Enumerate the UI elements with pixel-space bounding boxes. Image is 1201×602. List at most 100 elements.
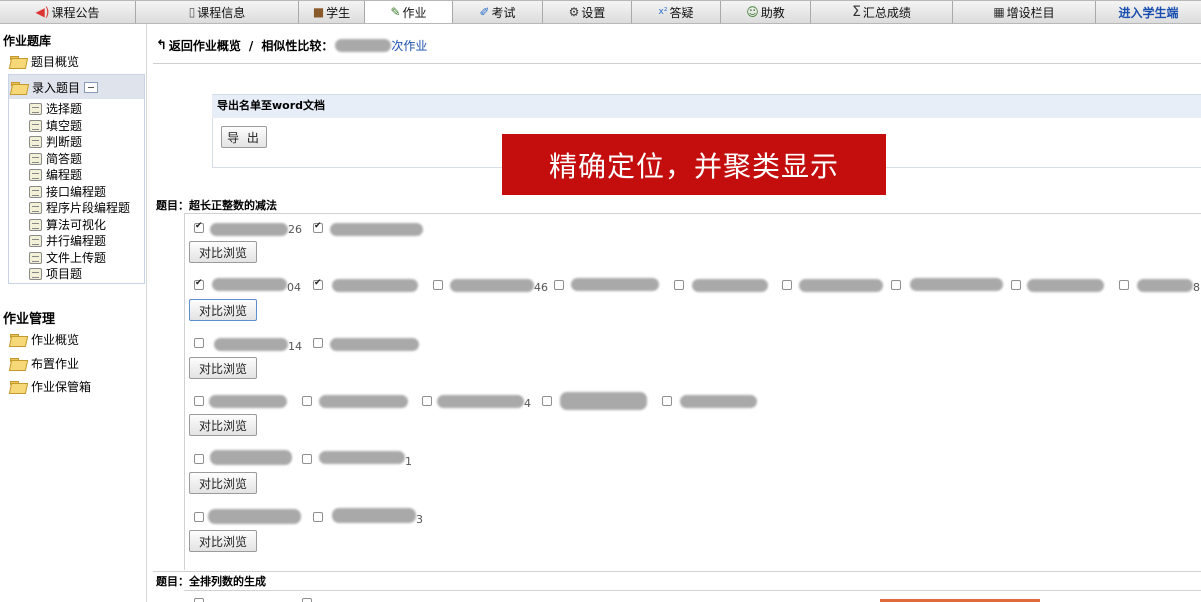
student-checkbox[interactable] — [302, 598, 312, 602]
redacted-student — [1137, 279, 1193, 292]
student-checkbox[interactable] — [194, 338, 204, 348]
document-icon — [29, 135, 42, 148]
student-checkbox[interactable] — [194, 221, 204, 233]
student-checkbox[interactable] — [194, 512, 204, 522]
bank-heading: 作业题库 — [3, 34, 52, 48]
tab-homework[interactable]: ✎ 作业 — [365, 1, 453, 23]
document-icon — [29, 152, 42, 165]
document-icon — [29, 218, 42, 231]
student-checkbox[interactable] — [313, 512, 323, 522]
export-heading: 导出名单至word文档 — [212, 94, 1201, 118]
sidebar-subitem[interactable]: 算法可视化 — [29, 216, 106, 233]
student-checkbox[interactable] — [542, 396, 552, 406]
breadcrumb-separator: / — [248, 38, 254, 53]
qa-icon: x² — [658, 6, 668, 17]
sidebar-subitem[interactable]: 文件上传题 — [29, 249, 106, 266]
divider — [184, 590, 1201, 591]
sidebar-item-assign-homework[interactable]: 布置作业 — [10, 355, 79, 372]
sidebar-item-homework-overview[interactable]: 作业概览 — [10, 331, 79, 348]
redacted-student — [330, 223, 423, 236]
compare-button[interactable]: 对比浏览 — [189, 241, 257, 263]
tab-exam[interactable]: ✐ 考试 — [453, 1, 543, 23]
tab-settings[interactable]: ⚙ 设置 — [543, 1, 632, 23]
homework-link[interactable]: 次作业 — [391, 37, 427, 54]
student-checkbox[interactable] — [313, 338, 323, 348]
student-checkbox[interactable] — [1119, 280, 1129, 290]
student-checkbox[interactable] — [891, 280, 901, 290]
redacted-student — [450, 279, 534, 292]
compare-button[interactable]: 对比浏览 — [189, 530, 257, 552]
sidebar-item-overview[interactable]: 题目概览 — [10, 53, 79, 70]
sidebar-item-homework-vault[interactable]: 作业保管箱 — [10, 378, 91, 395]
divider — [153, 63, 1201, 64]
students-icon: ■ — [312, 5, 325, 19]
student-checkbox[interactable] — [662, 396, 672, 406]
student-checkbox[interactable] — [313, 278, 323, 290]
document-icon — [29, 168, 42, 181]
student-checkbox[interactable] — [674, 280, 684, 290]
redacted-student — [437, 395, 524, 408]
student-checkbox[interactable] — [194, 598, 204, 602]
redacted-student — [571, 278, 659, 291]
document-icon — [29, 185, 42, 198]
sidebar-subitem[interactable]: 简答题 — [29, 150, 82, 167]
redacted-student — [212, 278, 287, 291]
question-title: 题目：超长正整数的减法 — [156, 199, 277, 212]
student-checkbox[interactable] — [554, 280, 564, 290]
sidebar-subitem[interactable]: 填空题 — [29, 117, 82, 134]
student-checkbox[interactable] — [302, 396, 312, 406]
grid-icon: ▦ — [993, 5, 1005, 19]
student-id-fragment: 4 — [524, 397, 531, 410]
redacted-student — [692, 279, 768, 292]
student-checkbox[interactable] — [194, 396, 204, 406]
tab-assistant[interactable]: ☺ 助教 — [721, 1, 811, 23]
sidebar-subitem[interactable]: 程序片段编程题 — [29, 199, 130, 216]
compare-button[interactable]: 对比浏览 — [189, 299, 257, 321]
sidebar-subitem[interactable]: 选择题 — [29, 100, 82, 117]
student-checkbox[interactable] — [782, 280, 792, 290]
redacted-student — [319, 451, 405, 464]
student-checkbox[interactable] — [194, 278, 204, 290]
tab-course-notice[interactable]: ◀) 课程公告 — [0, 1, 136, 23]
sidebar-subitem[interactable]: 项目题 — [29, 265, 82, 282]
sidebar-subitem[interactable]: 接口编程题 — [29, 183, 106, 200]
redacted-student — [1027, 279, 1104, 292]
student-checkbox[interactable] — [302, 454, 312, 464]
back-arrow-icon: ↰ — [156, 38, 167, 53]
book-icon: ▯ — [188, 5, 196, 19]
student-checkbox[interactable] — [194, 454, 204, 464]
student-checkbox[interactable] — [1011, 280, 1021, 290]
student-id-fragment: 1 — [405, 455, 412, 468]
sidebar-subitem[interactable]: 并行编程题 — [29, 232, 106, 249]
student-checkbox[interactable] — [313, 221, 323, 233]
student-id-fragment: 8 — [1193, 281, 1200, 294]
export-button[interactable]: 导 出 — [221, 126, 267, 148]
compare-button[interactable]: 对比浏览 — [189, 472, 257, 494]
collapse-icon[interactable] — [84, 81, 99, 93]
document-icon — [29, 201, 42, 214]
tab-qa[interactable]: x² 答疑 — [632, 1, 721, 23]
speaker-icon: ◀) — [35, 5, 50, 19]
student-checkbox[interactable] — [422, 396, 432, 406]
sidebar-item-entry[interactable]: 录入题目 — [9, 75, 144, 99]
redacted-text — [335, 39, 392, 52]
question-title: 题目：全排列数的生成 — [156, 575, 266, 588]
breadcrumb-current: 相似性比较： — [261, 39, 334, 53]
student-id-fragment: 46 — [534, 281, 548, 294]
tab-course-info[interactable]: ▯ 课程信息 — [136, 1, 299, 23]
tab-add-column[interactable]: ▦ 增设栏目 — [953, 1, 1096, 23]
annotation-banner: 精确定位，并聚类显示 — [502, 134, 886, 195]
tab-summary-scores[interactable]: Σ 汇总成绩 — [811, 1, 953, 23]
student-checkbox[interactable] — [433, 280, 443, 290]
sidebar-subitem[interactable]: 判断题 — [29, 133, 82, 150]
exam-icon: ✐ — [479, 5, 490, 19]
assistant-icon: ☺ — [746, 5, 759, 19]
back-link[interactable]: 返回作业概览 — [169, 37, 241, 54]
compare-button[interactable]: 对比浏览 — [189, 357, 257, 379]
tab-students[interactable]: ■ 学生 — [299, 1, 365, 23]
folder-open-icon — [11, 81, 27, 93]
enter-student-link[interactable]: 进入学生端 — [1096, 1, 1201, 23]
sidebar-subitem[interactable]: 编程题 — [29, 166, 82, 183]
compare-button[interactable]: 对比浏览 — [189, 414, 257, 436]
redacted-student — [330, 338, 419, 351]
